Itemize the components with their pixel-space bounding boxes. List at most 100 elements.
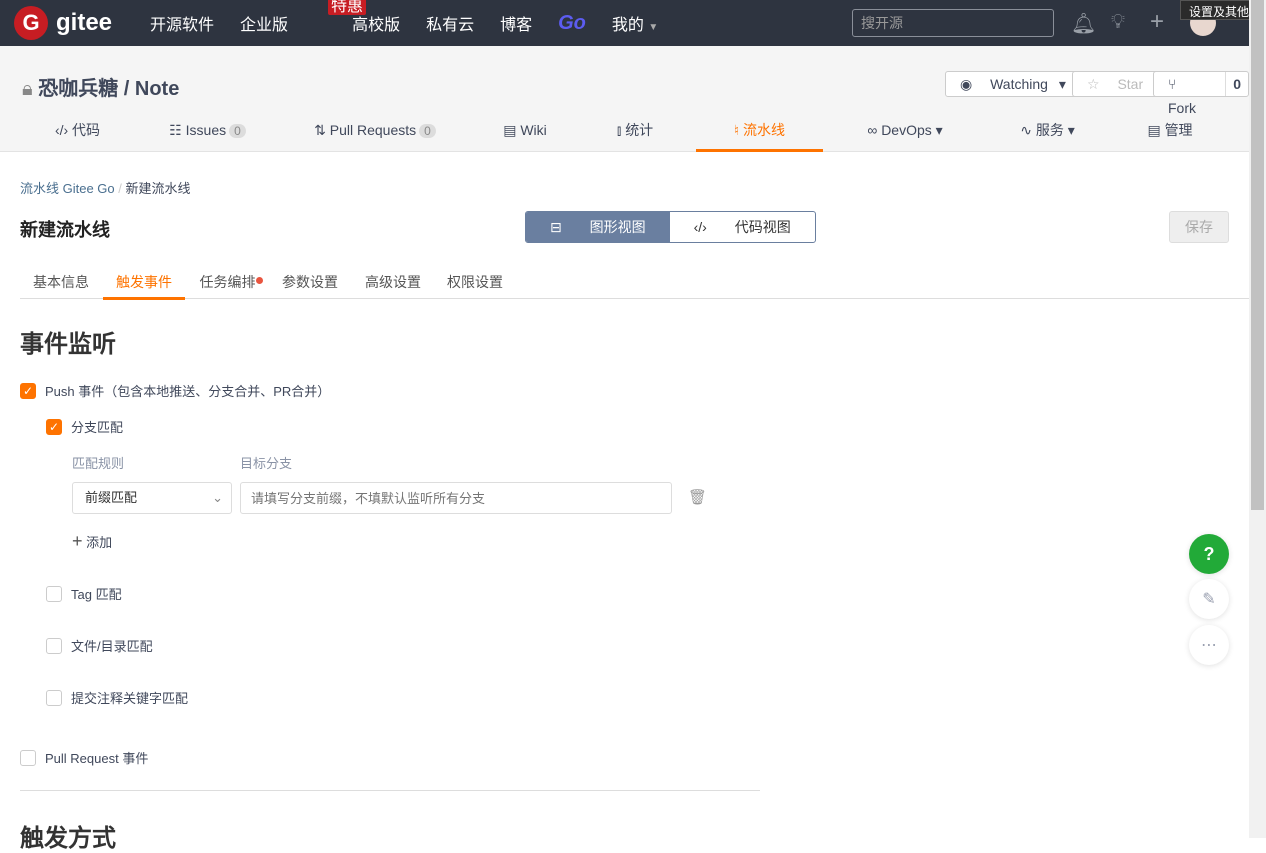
check-icon: ✓ — [20, 382, 36, 399]
tab-pipeline[interactable]: ♮ 流水线 — [696, 110, 823, 152]
lock-icon: 🔒︎ — [22, 78, 33, 100]
plus-icon[interactable]: + — [1150, 8, 1164, 36]
code-icon: ‹/› — [54, 122, 69, 138]
commit-match-checkbox[interactable]: 提交注释关键字匹配 — [46, 688, 188, 707]
checkbox-box — [46, 585, 62, 602]
trash-icon[interactable]: 🗑︎ — [688, 488, 707, 506]
tab-permissions[interactable]: 权限设置 — [440, 265, 510, 300]
page-title: 新建流水线 — [20, 220, 110, 240]
tab-label: Issues — [185, 122, 227, 138]
select-value: 前缀匹配 — [85, 490, 138, 505]
infinity-icon: ∞ — [867, 122, 878, 138]
tab-label: 服务 — [1035, 122, 1064, 138]
pr-count: 0 — [419, 124, 436, 138]
breadcrumb: 流水线 Gitee Go / 新建流水线 — [20, 178, 191, 197]
tab-services[interactable]: ∿ 服务 ▾ — [1000, 110, 1095, 152]
gitee-logo[interactable]: Ggitee — [14, 6, 112, 40]
nav-mine-label: 我的 — [611, 17, 644, 34]
nav-education[interactable]: 高校版 — [352, 11, 400, 35]
logo-icon: G — [14, 6, 48, 40]
pulse-icon: ∿ — [1020, 122, 1032, 138]
fork-button[interactable]: ⑂ Fork 0 — [1153, 71, 1249, 116]
checkbox-label: Push 事件（包含本地推送、分支合并、PR合并） — [45, 384, 331, 399]
fork-icon: ⑂ — [1168, 76, 1177, 92]
repo-title[interactable]: 🔒︎ 恐咖兵糖 / Note — [22, 72, 179, 101]
star-label: Star — [1117, 76, 1144, 92]
checkbox-label: Tag 匹配 — [71, 587, 122, 602]
bell-icon[interactable]: 🔔︎ — [1071, 11, 1096, 36]
nav-blog[interactable]: 博客 — [500, 11, 532, 35]
tab-label: DevOps — [881, 122, 932, 138]
tab-code[interactable]: ‹/› 代码 — [20, 110, 135, 152]
search-input[interactable]: 搜开源 — [852, 9, 1054, 37]
pipeline-tabs: 基本信息 触发事件 任务编排 参数设置 高级设置 权限设置 — [20, 265, 1249, 300]
nav-enterprise[interactable]: 企业版特惠 — [240, 0, 367, 35]
breadcrumb-current: 新建流水线 — [125, 181, 191, 196]
add-button[interactable]: + 添加 — [72, 531, 112, 552]
tab-devops[interactable]: ∞ DevOps ▾ — [845, 110, 965, 152]
chevron-down-icon: ⌄ — [212, 490, 223, 505]
code-view-button[interactable]: ‹/› 代码视图 — [670, 212, 815, 242]
tab-issues[interactable]: ☷ Issues 0 — [150, 110, 265, 152]
save-button[interactable]: 保存 — [1169, 211, 1229, 243]
feedback-button[interactable]: ✎ — [1189, 579, 1229, 619]
tab-wiki[interactable]: ▤ Wiki — [480, 110, 570, 152]
add-label: 添加 — [86, 535, 113, 550]
tab-basic-info[interactable]: 基本信息 — [20, 265, 102, 300]
tab-advanced[interactable]: 高级设置 — [358, 265, 428, 300]
breadcrumb-separator: / — [118, 181, 122, 196]
top-navbar: Ggitee 开源软件 企业版特惠 高校版 私有云 博客 Go 我的 ▼ 搜开源… — [0, 0, 1249, 46]
match-rule-select[interactable]: 前缀匹配 ⌄ — [72, 482, 232, 514]
star-icon: ☆ — [1087, 76, 1100, 92]
target-label: 目标分支 — [240, 456, 293, 471]
chart-icon: ⫾ — [616, 122, 622, 138]
file-match-checkbox[interactable]: 文件/目录匹配 — [46, 636, 153, 655]
tab-label: 管理 — [1164, 122, 1193, 138]
pr-event-checkbox[interactable]: Pull Request 事件 — [20, 748, 148, 767]
tab-params[interactable]: 参数设置 — [275, 265, 345, 300]
nav-private-cloud[interactable]: 私有云 — [426, 11, 474, 35]
nav-open-source[interactable]: 开源软件 — [150, 11, 214, 35]
tab-manage[interactable]: ▤ 管理 — [1130, 110, 1210, 152]
checkbox-label: 分支匹配 — [71, 420, 124, 435]
tab-stats[interactable]: ⫾ 统计 — [590, 110, 680, 152]
chat-icon: ⋯ — [1201, 637, 1217, 654]
push-event-checkbox[interactable]: ✓ Push 事件（包含本地推送、分支合并、PR合并） — [20, 381, 330, 400]
tab-pull-requests[interactable]: ⇅ Pull Requests 0 — [300, 110, 450, 152]
pipeline-icon: ♮ — [734, 122, 740, 138]
manage-icon: ▤ — [1147, 122, 1161, 138]
code-icon: ‹/› — [693, 219, 707, 235]
plus-icon: + — [72, 531, 83, 551]
breadcrumb-parent[interactable]: 流水线 Gitee Go — [20, 181, 115, 196]
book-icon: ▤ — [503, 122, 517, 138]
tab-label: 任务编排 — [199, 274, 256, 290]
view-switch: ⊟ 图形视图 ‹/› 代码视图 — [525, 211, 816, 243]
eye-icon: ◉ — [960, 76, 973, 92]
nav-mine[interactable]: 我的 ▼ — [612, 11, 658, 35]
chat-button[interactable]: ⋯ — [1189, 625, 1229, 665]
nav-go[interactable]: Go — [558, 12, 586, 35]
repo-name: 恐咖兵糖 / Note — [38, 78, 180, 100]
tab-task-orchestration[interactable]: 任务编排 — [196, 265, 266, 300]
scrollbar-thumb[interactable] — [1251, 0, 1264, 510]
issues-icon: ☷ — [169, 122, 182, 138]
graph-icon: ⊟ — [550, 219, 562, 235]
rule-label: 匹配规则 — [72, 456, 125, 471]
edit-icon: ✎ — [1202, 591, 1216, 608]
lightbulb-icon[interactable]: 💡︎ — [1111, 11, 1125, 34]
checkbox-label: 提交注释关键字匹配 — [71, 691, 189, 706]
divider — [20, 790, 760, 791]
tab-trigger-events[interactable]: 触发事件 — [103, 265, 185, 300]
tab-label: 流水线 — [742, 122, 785, 138]
target-branch-input[interactable] — [240, 482, 672, 514]
branch-match-checkbox[interactable]: ✓ 分支匹配 — [46, 417, 123, 436]
tab-label: Pull Requests — [329, 122, 417, 138]
tab-label: Wiki — [520, 122, 547, 138]
graph-view-label: 图形视图 — [589, 219, 646, 235]
tag-match-checkbox[interactable]: Tag 匹配 — [46, 584, 122, 603]
graph-view-button[interactable]: ⊟ 图形视图 — [526, 212, 670, 242]
tab-label: 代码 — [72, 122, 101, 138]
trigger-method-title: 触发方式 — [20, 825, 116, 852]
check-icon: ✓ — [46, 418, 62, 435]
help-button[interactable]: ? — [1189, 534, 1229, 574]
